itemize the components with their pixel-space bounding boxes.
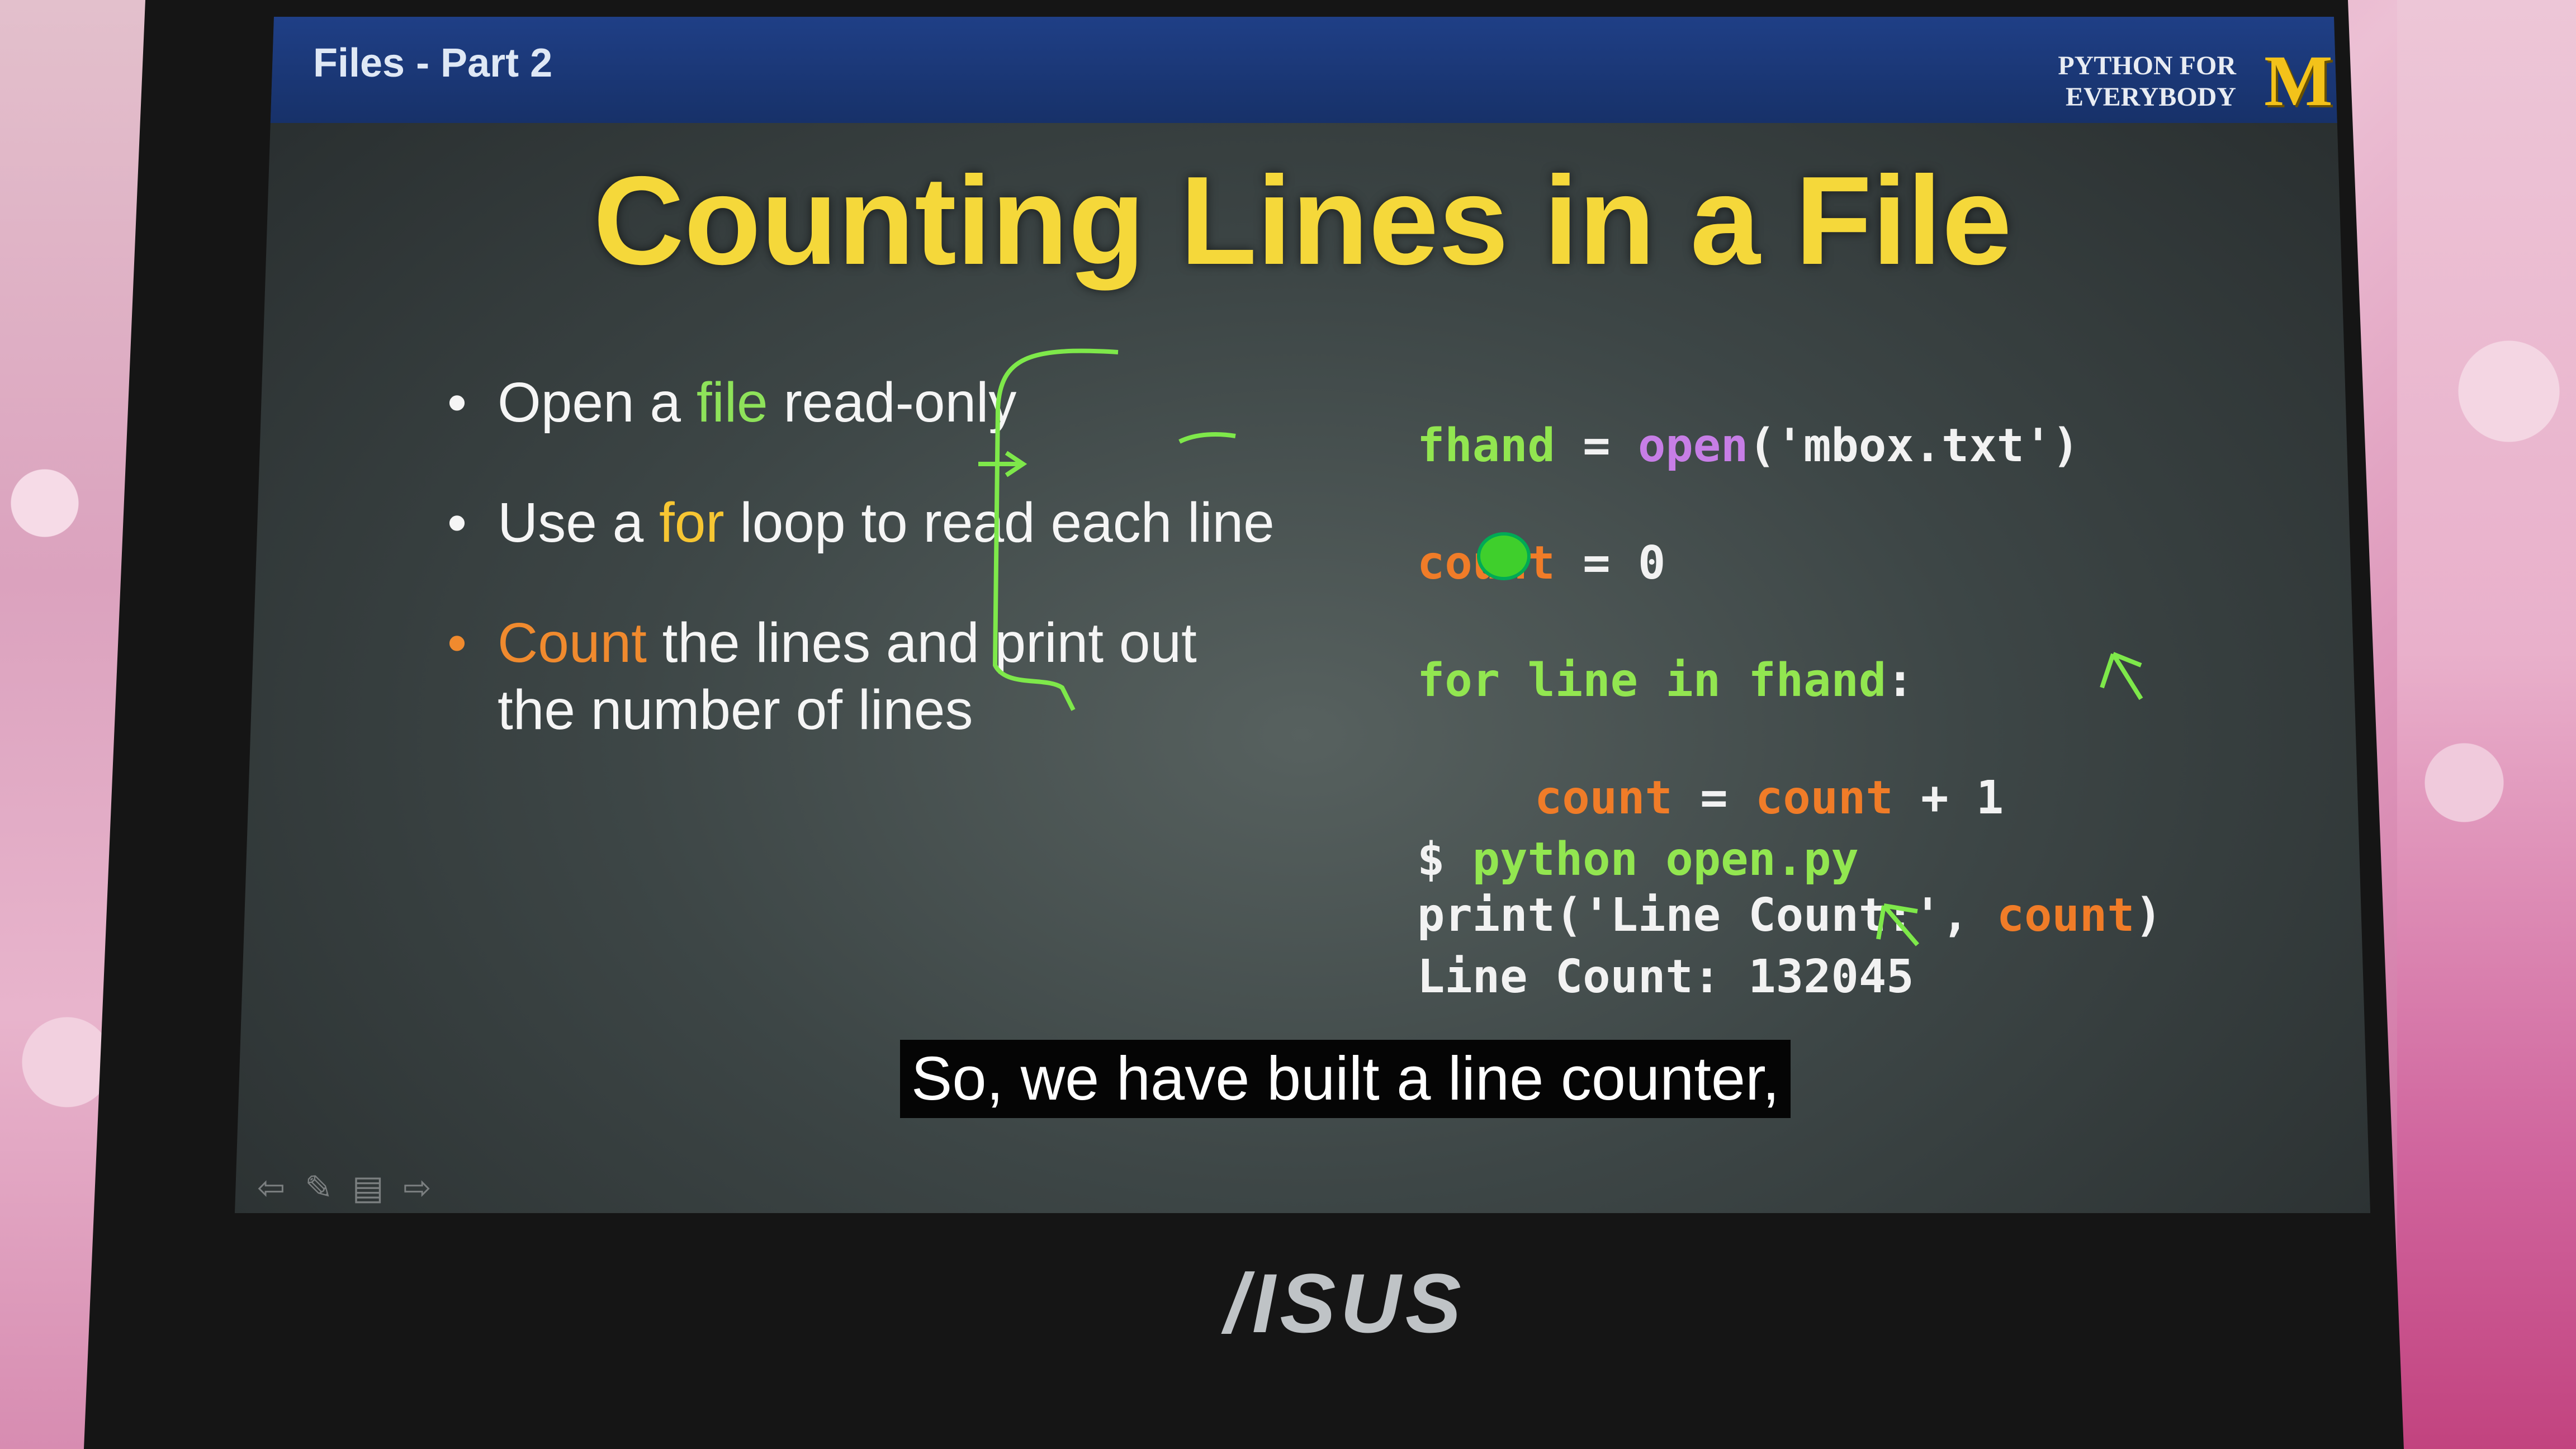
- video-subtitle: So, we have built a line counter,: [900, 1040, 1791, 1118]
- laptop-brand-logo: /ISUS: [1224, 1256, 1466, 1350]
- pen-annotations: [978, 348, 2143, 946]
- annotation-dash-zero: [1178, 432, 1236, 444]
- left-arrow-icon[interactable]: ⇦: [257, 1169, 285, 1206]
- pen-icon[interactable]: ✎: [305, 1169, 333, 1206]
- annotation-bracket: [992, 348, 1119, 711]
- annotation-arrow-print: [2100, 652, 2143, 700]
- annotation-arrow-output: [1876, 903, 1920, 946]
- right-arrow-icon[interactable]: ⇨: [403, 1169, 431, 1206]
- bedsheet-right: [2397, 0, 2576, 1449]
- slide-menu-icon[interactable]: ▤: [352, 1169, 384, 1206]
- laptop-screen: Files - Part 2 PYTHON FOR EVERYBODY M Co…: [235, 17, 2370, 1213]
- annotation-arrow-count: [978, 451, 1027, 477]
- annotation-blob: [1477, 532, 1531, 580]
- slideshow-controls[interactable]: ⇦ ✎ ▤ ⇨: [257, 1168, 442, 1208]
- laptop-bezel: Files - Part 2 PYTHON FOR EVERYBODY M Co…: [84, 0, 2404, 1449]
